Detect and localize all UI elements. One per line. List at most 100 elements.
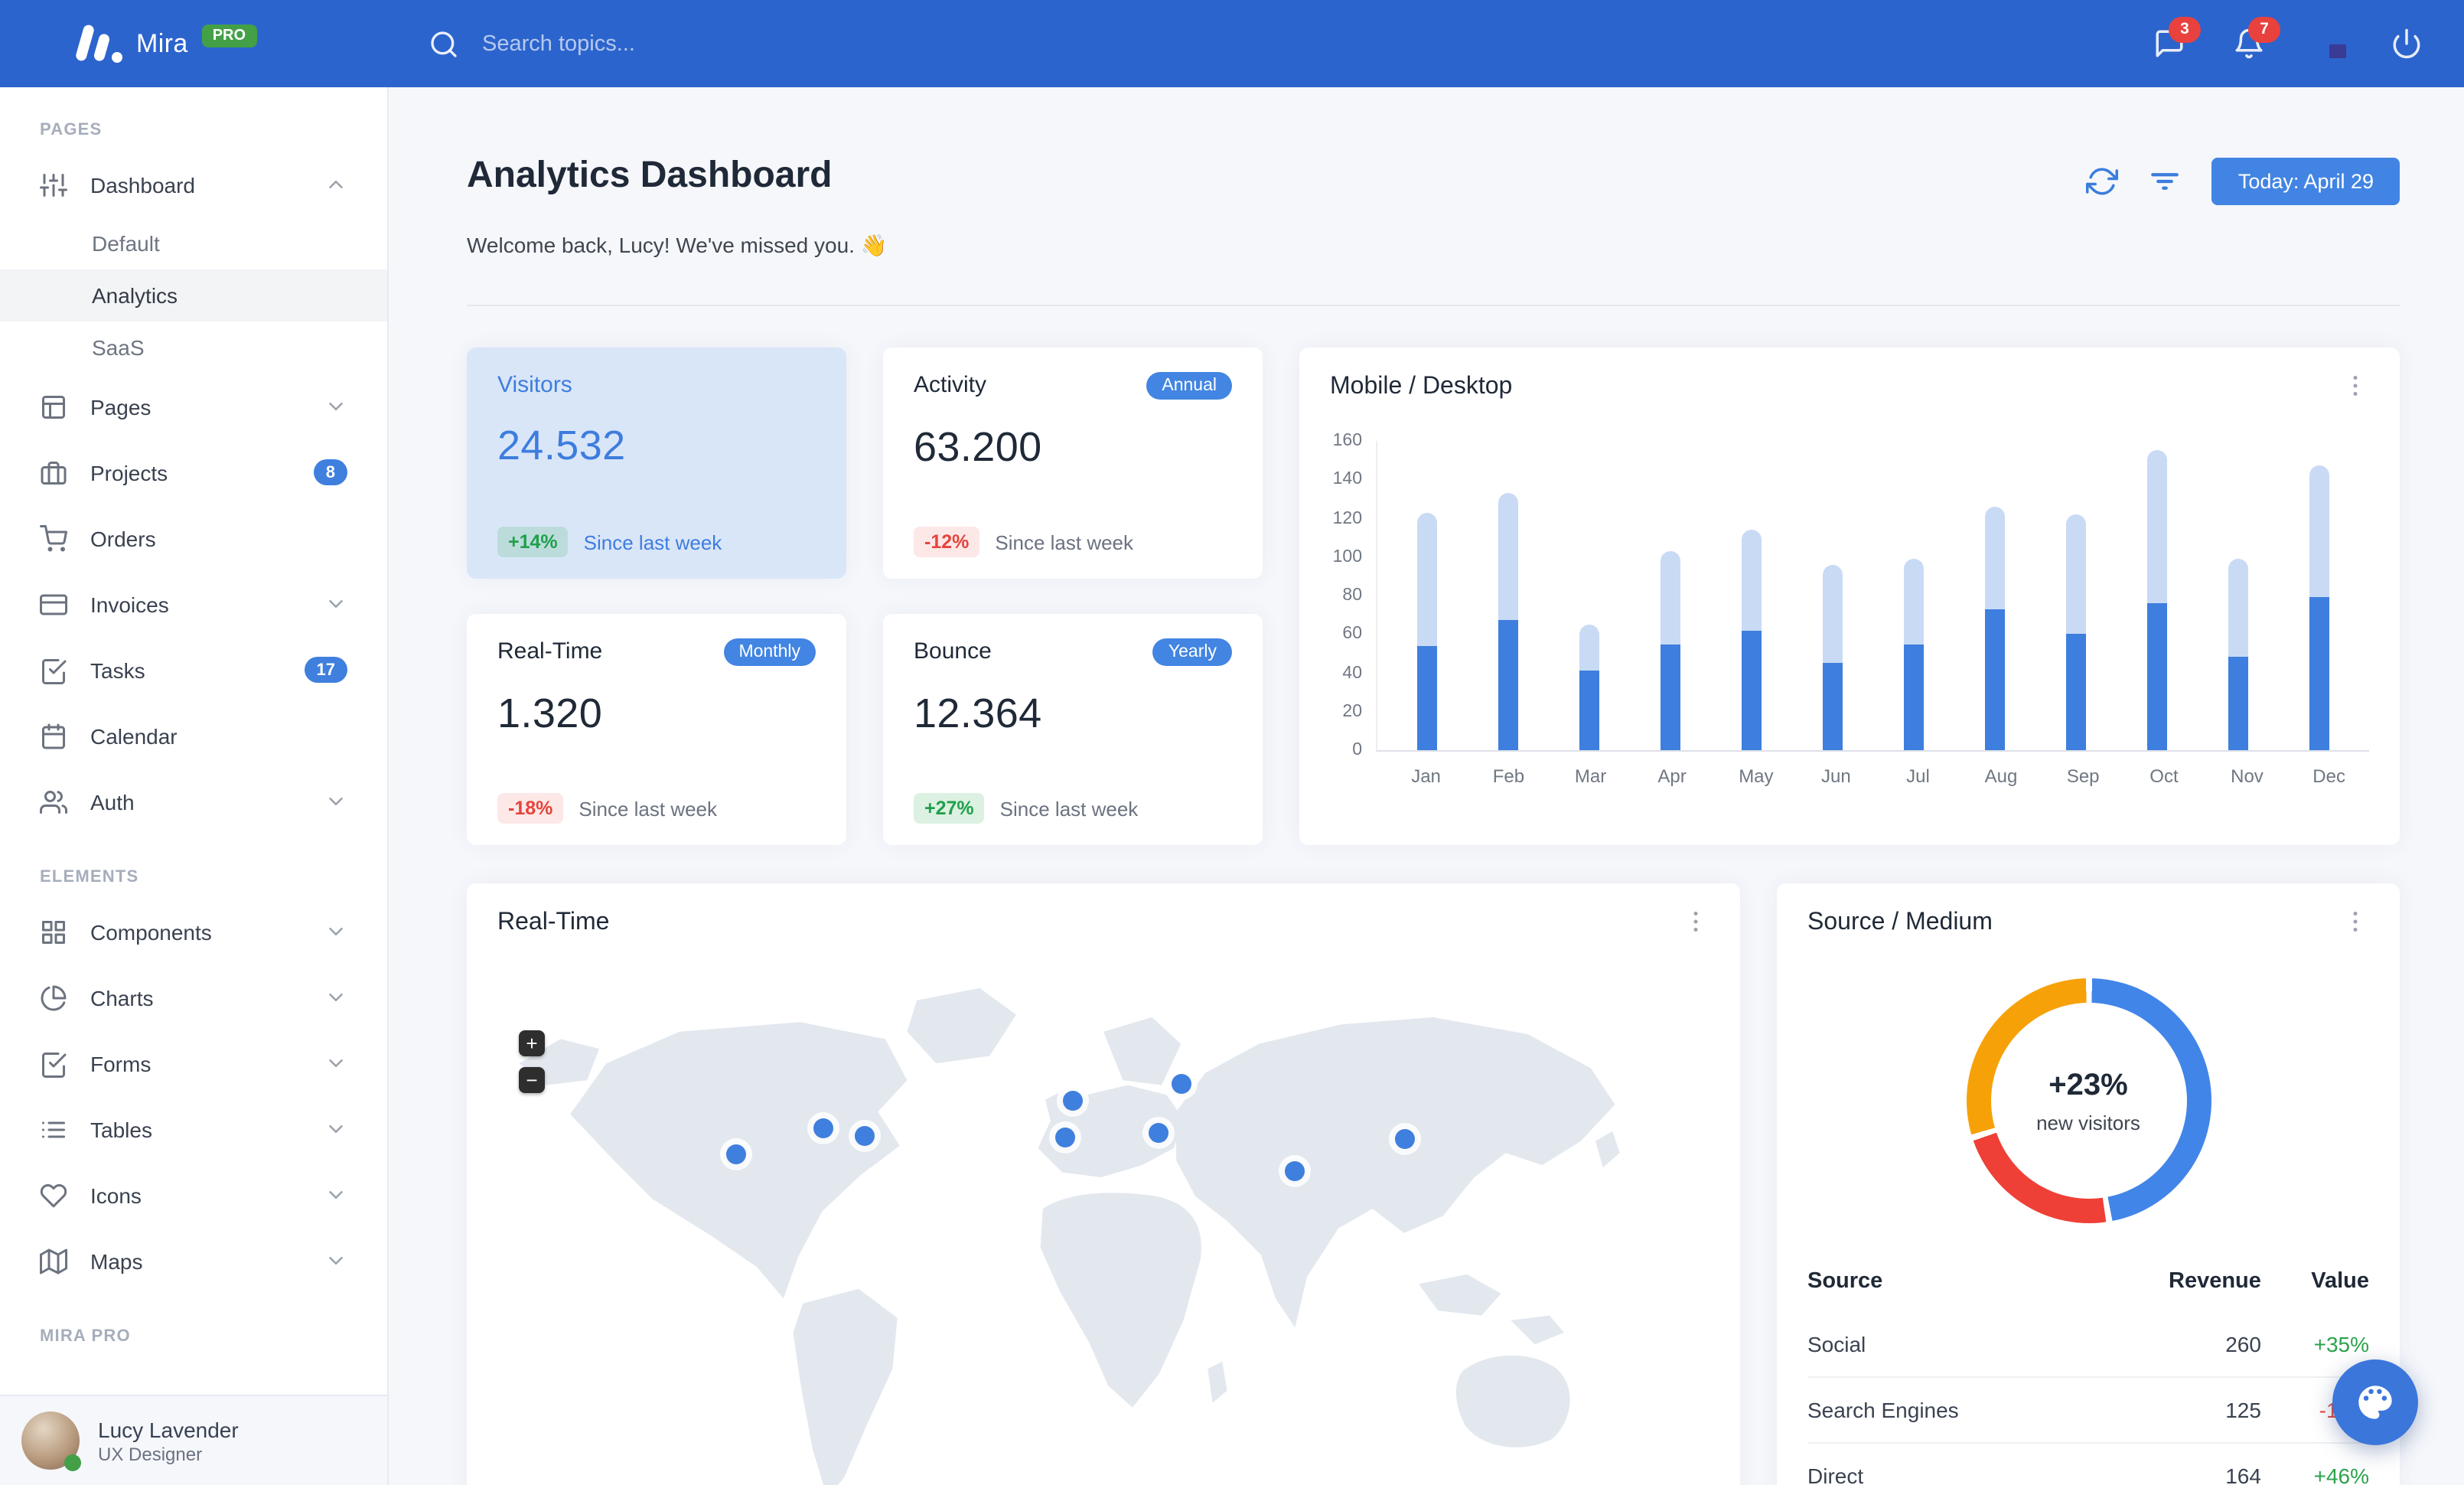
map-marker-9[interactable] bbox=[1395, 1129, 1416, 1150]
desktop-segment bbox=[2066, 514, 2086, 635]
layout-icon bbox=[42, 395, 65, 418]
bar-mar[interactable] bbox=[1574, 441, 1605, 750]
y-axis: 0 20 40 60 80 100 120 140 160 bbox=[1330, 432, 1376, 759]
source-table-header: Source Revenue Value bbox=[1807, 1254, 2369, 1312]
sidebar-subitem-saas[interactable]: SaaS bbox=[0, 321, 387, 374]
card-menu-button[interactable] bbox=[2342, 908, 2369, 935]
sidebar-item-maps[interactable]: Maps bbox=[0, 1228, 387, 1294]
cell-revenue: 164 bbox=[2088, 1442, 2261, 1485]
bar-jul[interactable] bbox=[1899, 441, 1929, 750]
bar-plot bbox=[1376, 441, 2369, 752]
messages-button[interactable]: 3 bbox=[2153, 16, 2201, 60]
card-menu-button[interactable] bbox=[2342, 372, 2369, 400]
sidebar-item-label: Calendar bbox=[90, 723, 178, 748]
sidebar-item-pages[interactable]: Pages bbox=[0, 374, 387, 439]
sliders-icon bbox=[40, 173, 67, 196]
map-zoom-out-button[interactable]: − bbox=[519, 1067, 545, 1093]
bar-dec[interactable] bbox=[2304, 441, 2335, 750]
language-flag-button[interactable] bbox=[2312, 28, 2345, 60]
bar-jun[interactable] bbox=[1817, 441, 1848, 750]
sidebar-item-components[interactable]: Components bbox=[0, 899, 387, 964]
sidebar-item-tables[interactable]: Tables bbox=[0, 1096, 387, 1162]
stat-title: Bounce bbox=[914, 638, 992, 664]
search-input[interactable] bbox=[479, 30, 883, 57]
sign-out-button[interactable] bbox=[2391, 27, 2424, 60]
sidebar-item-auth[interactable]: Auth bbox=[0, 769, 387, 834]
y-tick-100: 100 bbox=[1332, 547, 1362, 566]
map-marker-6[interactable] bbox=[1172, 1073, 1192, 1094]
map-marker-4[interactable] bbox=[1063, 1091, 1084, 1111]
bar-may[interactable] bbox=[1736, 441, 1767, 750]
bar-feb[interactable] bbox=[1493, 441, 1524, 750]
desktop-segment bbox=[2228, 559, 2248, 658]
realtime-map-card: Real-Time + − bbox=[467, 883, 1740, 1485]
stat-period-badge[interactable]: Yearly bbox=[1152, 638, 1232, 666]
sidebar-nav: PAGES Dashboard Default Analytics SaaS Pages P… bbox=[0, 121, 387, 1346]
chevron-down-icon bbox=[329, 928, 343, 935]
heart-icon bbox=[40, 1183, 67, 1207]
sidebar-subitem-default[interactable]: Default bbox=[0, 217, 387, 269]
date-range-button[interactable]: Today: April 29 bbox=[2211, 158, 2400, 205]
users-icon bbox=[40, 790, 67, 813]
sidebar-item-projects[interactable]: Projects 8 bbox=[0, 439, 387, 505]
stat-period-badge[interactable]: Monthly bbox=[723, 638, 816, 666]
mobile-segment bbox=[2228, 657, 2248, 750]
sidebar-user[interactable]: Lucy Lavender UX Designer bbox=[0, 1395, 387, 1485]
map-marker-7[interactable] bbox=[1148, 1123, 1168, 1144]
y-tick-0: 0 bbox=[1352, 741, 1362, 759]
bar-nov[interactable] bbox=[2223, 441, 2254, 750]
cell-source: Search Engines bbox=[1807, 1376, 2089, 1443]
grid-icon bbox=[42, 920, 65, 943]
mobile-segment bbox=[1823, 663, 1843, 750]
sidebar-item-calendar[interactable]: Calendar bbox=[0, 703, 387, 769]
world-map-svg bbox=[519, 987, 1620, 1485]
more-vertical-icon bbox=[1693, 911, 1698, 932]
stat-delta-badge: +14% bbox=[497, 527, 569, 557]
welcome-message: Welcome back, Lucy! We've missed you. 👋 bbox=[467, 233, 888, 257]
map-marker-8[interactable] bbox=[1285, 1160, 1305, 1181]
filter-button[interactable] bbox=[2149, 165, 2182, 197]
donut-chart: +23% new visitors bbox=[1966, 978, 2211, 1223]
refresh-button[interactable] bbox=[2086, 165, 2119, 197]
bar-sep[interactable] bbox=[2061, 441, 2091, 750]
map-marker-5[interactable] bbox=[1054, 1128, 1075, 1148]
desktop-segment bbox=[1417, 512, 1437, 646]
card-menu-button[interactable] bbox=[1682, 908, 1709, 935]
sidebar-item-icons[interactable]: Icons bbox=[0, 1162, 387, 1228]
bar-oct[interactable] bbox=[2142, 441, 2172, 750]
stat-title: Visitors bbox=[497, 372, 572, 398]
sidebar-item-orders[interactable]: Orders bbox=[0, 505, 387, 571]
chevron-down-icon bbox=[329, 1257, 343, 1265]
sidebar-section-elements: ELEMENTS bbox=[40, 868, 139, 886]
bar-apr[interactable] bbox=[1655, 441, 1686, 750]
palette-icon bbox=[2358, 1385, 2392, 1419]
sidebar-item-invoices[interactable]: Invoices bbox=[0, 571, 387, 637]
online-status-dot bbox=[64, 1454, 81, 1471]
stat-delta-badge: -18% bbox=[497, 793, 564, 824]
donut-center-label: new visitors bbox=[2036, 1111, 2140, 1134]
sidebar-item-dashboard[interactable]: Dashboard bbox=[0, 152, 387, 217]
stat-card-real-time: Real-Time Monthly 1.320 -18% Since last week bbox=[467, 614, 846, 845]
mobile-segment bbox=[2066, 634, 2086, 750]
bar-jan[interactable] bbox=[1412, 441, 1442, 750]
brand[interactable]: Mira PRO bbox=[73, 23, 334, 64]
map-marker-2[interactable] bbox=[813, 1118, 834, 1139]
col-value: Value bbox=[2311, 1269, 2369, 1294]
stats-grid: Visitors 24.532 +14% Since last week Activit… bbox=[467, 348, 1263, 845]
x-label-feb: Feb bbox=[1492, 765, 1525, 787]
sidebar-item-forms[interactable]: Forms bbox=[0, 1030, 387, 1096]
sidebar-item-label: Auth bbox=[90, 789, 135, 814]
sidebar-subitem-analytics[interactable]: Analytics bbox=[0, 269, 387, 321]
page-title: Analytics Dashboard bbox=[467, 155, 833, 196]
stat-period-badge[interactable]: Annual bbox=[1146, 372, 1232, 400]
map-zoom-in-button[interactable]: + bbox=[519, 1030, 545, 1056]
sidebar-item-charts[interactable]: Charts bbox=[0, 964, 387, 1030]
y-tick-120: 120 bbox=[1332, 509, 1362, 527]
sidebar-item-tasks[interactable]: Tasks 17 bbox=[0, 637, 387, 703]
theme-settings-button[interactable] bbox=[2332, 1359, 2418, 1445]
notifications-button[interactable]: 7 bbox=[2233, 16, 2280, 60]
map-marker-3[interactable] bbox=[854, 1126, 875, 1147]
sidebar-item-label: Dashboard bbox=[90, 172, 195, 197]
map-marker-1[interactable] bbox=[726, 1144, 747, 1164]
bar-aug[interactable] bbox=[1980, 441, 2010, 750]
